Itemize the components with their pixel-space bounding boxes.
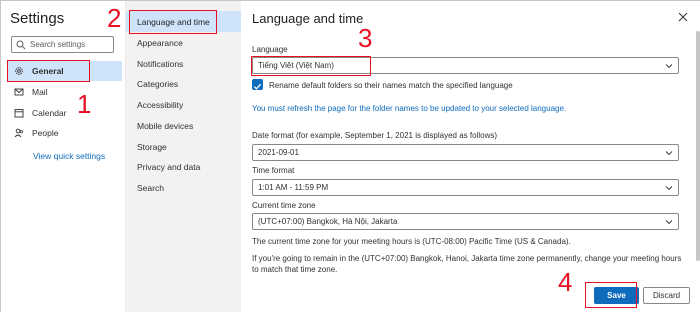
checkmark-icon bbox=[253, 83, 262, 90]
chevron-down-icon bbox=[665, 186, 673, 191]
annotation-number-4: 4 bbox=[558, 267, 573, 297]
chevron-down-icon bbox=[665, 64, 673, 69]
annotation-box-language-and-time bbox=[129, 10, 217, 34]
language-label: Language bbox=[252, 45, 288, 54]
scrollbar[interactable] bbox=[696, 31, 700, 261]
nav-item-label: Mail bbox=[32, 87, 48, 97]
page-title: Language and time bbox=[252, 11, 364, 26]
nav-item-label: Calendar bbox=[32, 108, 67, 118]
annotation-box-general bbox=[7, 60, 90, 82]
mail-icon bbox=[14, 88, 24, 96]
date-format-value: 2021-09-01 bbox=[258, 148, 299, 157]
settings-window: Settings Search settings General Mail Ca… bbox=[0, 0, 700, 312]
annotation-box-language-dropdown bbox=[251, 56, 371, 76]
nav-item-people[interactable]: People bbox=[7, 123, 122, 143]
settings-category-nav: Language and time Appearance Notificatio… bbox=[126, 1, 241, 312]
mid-item-appearance[interactable]: Appearance bbox=[126, 32, 241, 53]
mid-item-search[interactable]: Search bbox=[126, 177, 241, 198]
close-icon[interactable] bbox=[677, 11, 689, 23]
nav-item-mail[interactable]: Mail bbox=[7, 82, 122, 102]
search-icon bbox=[16, 40, 26, 49]
mid-item-privacy-and-data[interactable]: Privacy and data bbox=[126, 156, 241, 177]
mid-item-notifications[interactable]: Notifications bbox=[126, 53, 241, 74]
search-settings-input[interactable]: Search settings bbox=[11, 36, 114, 53]
time-zone-label: Current time zone bbox=[252, 201, 316, 210]
annotation-number-3: 3 bbox=[358, 23, 373, 53]
rename-folders-checkbox[interactable] bbox=[252, 79, 263, 90]
people-icon bbox=[14, 128, 23, 138]
annotation-number-1: 1 bbox=[77, 89, 92, 119]
rename-folders-label: Rename default folders so their names ma… bbox=[269, 81, 513, 90]
time-format-label: Time format bbox=[252, 166, 295, 175]
settings-title: Settings bbox=[10, 10, 65, 27]
date-format-dropdown[interactable]: 2021-09-01 bbox=[252, 144, 679, 161]
view-quick-settings-link[interactable]: View quick settings bbox=[33, 151, 105, 161]
time-zone-dropdown[interactable]: (UTC+07:00) Bangkok, Hà Nội, Jakarta bbox=[252, 213, 679, 230]
discard-button[interactable]: Discard bbox=[643, 287, 690, 304]
language-and-time-panel: Language and time Language Tiếng Việt (V… bbox=[241, 1, 700, 312]
chevron-down-icon bbox=[665, 151, 673, 156]
mid-item-storage[interactable]: Storage bbox=[126, 136, 241, 157]
date-format-label: Date format (for example, September 1, 2… bbox=[252, 131, 498, 140]
time-format-dropdown[interactable]: 1:01 AM - 11:59 PM bbox=[252, 179, 679, 196]
time-zone-remain-note: If you're going to remain in the (UTC+07… bbox=[252, 254, 682, 274]
nav-item-label: People bbox=[32, 128, 59, 138]
left-nav: Settings Search settings General Mail Ca… bbox=[1, 1, 126, 312]
mid-item-categories[interactable]: Categories bbox=[126, 73, 241, 94]
meeting-hours-note: The current time zone for your meeting h… bbox=[252, 237, 571, 246]
time-format-value: 1:01 AM - 11:59 PM bbox=[258, 183, 329, 192]
search-placeholder: Search settings bbox=[30, 40, 86, 49]
nav-item-calendar[interactable]: Calendar bbox=[7, 103, 122, 123]
mid-item-mobile-devices[interactable]: Mobile devices bbox=[126, 115, 241, 136]
annotation-box-save bbox=[585, 282, 637, 308]
time-zone-value: (UTC+07:00) Bangkok, Hà Nội, Jakarta bbox=[258, 217, 398, 226]
refresh-note: You must refresh the page for the folder… bbox=[252, 104, 567, 113]
calendar-icon bbox=[14, 109, 24, 118]
annotation-number-2: 2 bbox=[107, 3, 122, 33]
mid-item-accessibility[interactable]: Accessibility bbox=[126, 94, 241, 115]
chevron-down-icon bbox=[665, 220, 673, 225]
